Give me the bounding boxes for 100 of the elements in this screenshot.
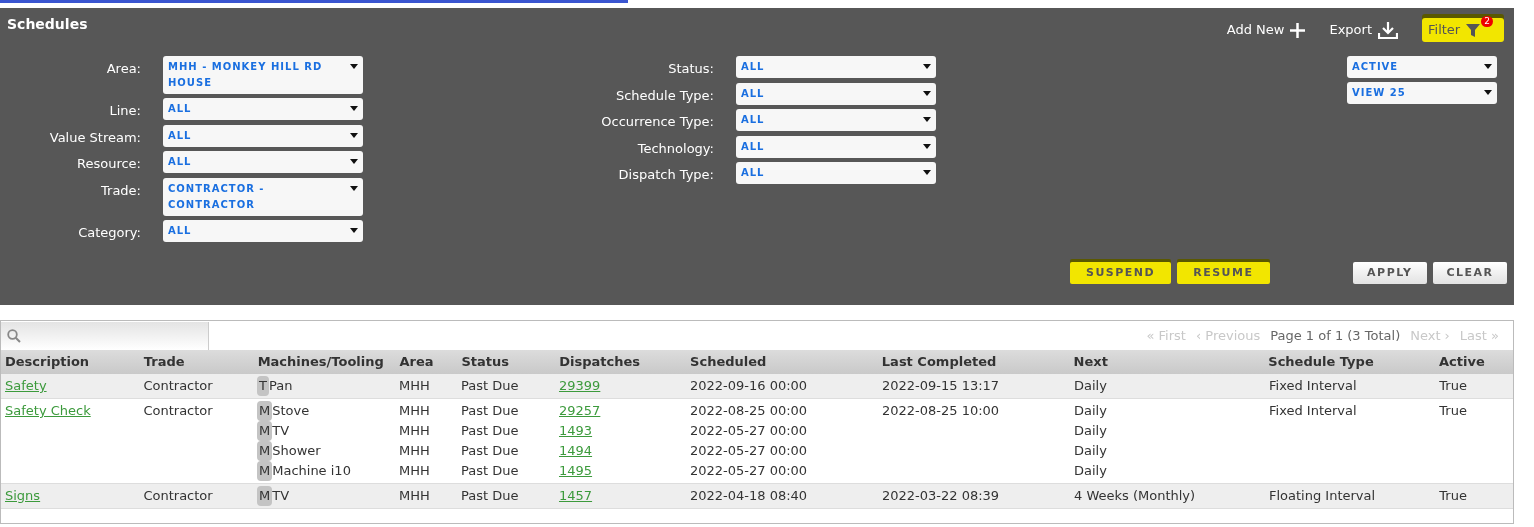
type-badge: M — [257, 421, 273, 441]
table-cell-text: 2022-05-27 00:00 — [689, 442, 809, 461]
search-icon — [7, 328, 21, 343]
export-button[interactable]: Export — [1329, 20, 1398, 40]
column-header: Active — [1438, 353, 1486, 372]
description-link[interactable]: Safety Check — [5, 403, 91, 418]
page-info: Page 1 of 1 (3 Total) — [1270, 326, 1401, 345]
filter-label: Resource: — [76, 155, 141, 173]
dispatch-link[interactable]: 1457 — [559, 488, 593, 504]
table-cell: Floating Interval — [1269, 488, 1376, 503]
dispatch-link[interactable]: 1493 — [559, 423, 593, 439]
dropdown-field[interactable]: ALL — [736, 109, 936, 131]
column-header: Scheduled — [689, 353, 768, 372]
column-header: Dispatches — [558, 353, 642, 372]
dispatch-link[interactable]: 1494 — [559, 443, 593, 459]
table-cell-text: Past Due — [460, 422, 520, 441]
table-cell-text: 2022-04-18 08:40 — [689, 487, 809, 506]
filter-label: Area: — [105, 60, 141, 78]
description-link[interactable]: Safety — [5, 378, 47, 393]
dropdown-field[interactable]: ALL — [163, 151, 363, 173]
caret-icon — [923, 90, 931, 96]
dropdown-field[interactable]: ALL — [163, 98, 363, 120]
table-cell-text: Daily — [1073, 377, 1108, 396]
caret-icon — [923, 170, 931, 175]
dispatch-link[interactable]: 29399 — [559, 378, 601, 394]
dropdown-field[interactable]: VIEW 25 — [1347, 82, 1497, 104]
column-header: Trade — [142, 353, 186, 372]
table-cell-text: Daily — [1073, 422, 1108, 441]
table-cell-text: 2022-09-16 00:00 — [689, 377, 809, 396]
filter-label: Technology: — [636, 139, 714, 158]
caret-icon — [350, 159, 358, 164]
table-cell-text: Past Due — [460, 377, 520, 396]
table-cell-text: Daily — [1073, 462, 1108, 481]
table-cell-text: MHH — [398, 402, 431, 421]
dropdown-field[interactable]: MHH - MONKEY HILL RD HOUSE — [163, 56, 363, 94]
table-cell: Contractor — [143, 403, 213, 418]
filter-label: Occurrence Type: — [600, 113, 714, 131]
table-cell-text: Shower — [272, 442, 321, 461]
filter-label: Line: — [108, 102, 141, 120]
table-cell: Fixed Interval — [1269, 403, 1357, 418]
plus-icon — [1290, 22, 1306, 38]
bulk-action-button[interactable]: RESUME — [1177, 262, 1270, 284]
caret-icon — [923, 143, 931, 149]
dropdown-field[interactable]: CONTRACTOR - CONTRACTOR — [163, 177, 363, 216]
count-badge: 2 — [1481, 16, 1493, 27]
type-badge: M — [257, 401, 273, 421]
column-header: Next — [1072, 353, 1109, 372]
table-cell-text: MHH — [398, 422, 431, 441]
column-header: Schedule Type — [1267, 353, 1375, 372]
caret-icon — [1484, 64, 1492, 69]
column-header: Last Completed — [880, 353, 998, 372]
dropdown-field[interactable]: ALL — [736, 82, 936, 105]
table-cell: True — [1439, 403, 1467, 418]
column-header: Area — [398, 353, 435, 372]
table-cell-text: Past Due — [460, 402, 520, 421]
column-header: Machines/Tooling — [256, 353, 385, 372]
page-title: Schedules — [7, 15, 88, 34]
table-cell-text: MHH — [398, 487, 431, 506]
table-cell: Contractor — [143, 488, 213, 503]
table-cell-text: Daily — [1073, 402, 1108, 421]
bulk-action-button[interactable]: SUSPEND — [1070, 262, 1172, 284]
column-header: Status — [460, 353, 510, 372]
filter-label: Status: — [667, 60, 714, 78]
add-button[interactable]: Add New — [1226, 20, 1306, 40]
caret-icon — [923, 64, 931, 69]
table-cell-text: Past Due — [460, 462, 520, 481]
description-link[interactable]: Signs — [5, 488, 41, 503]
form-button[interactable]: APPLY — [1352, 262, 1427, 284]
column-header: Description — [4, 353, 91, 372]
dropdown-field[interactable]: ACTIVE — [1347, 56, 1497, 78]
table-cell-text: Pan — [268, 377, 293, 396]
caret-icon — [350, 106, 358, 111]
table-cell: 2022-08-25 10:00 — [882, 403, 1000, 419]
table-cell-text: 2022-05-27 00:00 — [689, 422, 809, 441]
dropdown-field[interactable]: ALL — [163, 219, 363, 242]
table-cell: Contractor — [143, 378, 213, 393]
type-badge: M — [257, 441, 273, 461]
search-field[interactable] — [1, 321, 209, 350]
form-button[interactable]: CLEAR — [1432, 262, 1507, 284]
caret-icon — [923, 117, 931, 122]
table-cell-text: TV — [272, 487, 290, 506]
table-cell: True — [1439, 378, 1467, 393]
dropdown-field[interactable]: ALL — [163, 124, 363, 147]
dispatch-link[interactable]: 1495 — [559, 463, 593, 479]
type-badge: M — [257, 486, 273, 506]
dropdown-field[interactable]: ALL — [736, 56, 936, 78]
dispatch-link[interactable]: 29257 — [559, 403, 601, 419]
caret-icon — [350, 185, 358, 191]
dropdown-field[interactable]: ALL — [736, 162, 936, 184]
table-cell: 2022-03-22 08:39 — [882, 488, 1000, 504]
caret-icon — [350, 64, 358, 69]
table-cell-text: MHH — [398, 442, 431, 461]
type-badge: T — [257, 376, 269, 396]
caret-icon — [350, 132, 358, 138]
table-cell: 2022-09-15 13:17 — [882, 378, 1000, 394]
dropdown-field[interactable]: ALL — [736, 135, 936, 158]
table-cell-text: MHH — [398, 462, 431, 481]
table-cell: Fixed Interval — [1269, 378, 1357, 393]
table-cell-text: MHH — [398, 377, 431, 396]
caret-icon — [350, 227, 358, 233]
